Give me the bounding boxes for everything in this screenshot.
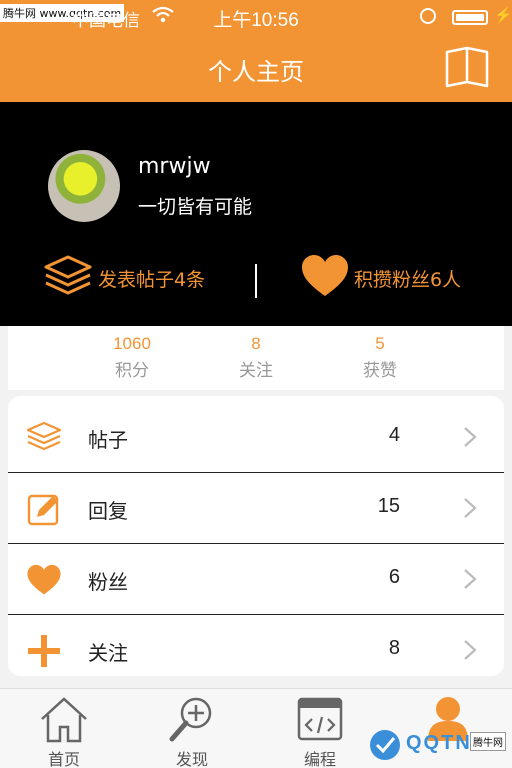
watermark-logo-text: QQTN xyxy=(406,732,472,754)
menu-item-replies[interactable]: 回复 15 xyxy=(8,473,504,543)
heart-icon xyxy=(26,562,62,598)
corner-watermark: 腾牛网 xyxy=(470,732,506,751)
layers-icon xyxy=(42,253,94,303)
menu-item-following[interactable]: 关注 8 xyxy=(8,615,504,676)
search-icon xyxy=(166,695,218,743)
page-title: 个人主页 xyxy=(208,58,304,86)
fans-summary-text: 积攒粉丝6人 xyxy=(354,268,462,291)
tab-home[interactable]: 首页 xyxy=(0,689,128,768)
plus-icon xyxy=(26,633,62,669)
chevron-right-icon xyxy=(462,568,478,590)
heart-icon xyxy=(300,254,350,302)
status-bar: 腾牛网 www.qqtn.com 中国电信 上午10:56 ⚡ xyxy=(0,0,512,34)
chevron-right-icon xyxy=(462,426,478,448)
menu-item-fans[interactable]: 粉丝 6 xyxy=(8,544,504,614)
metric-label: 获赞 xyxy=(363,361,397,381)
posts-summary[interactable]: 发表帖子4条 xyxy=(42,252,205,304)
menu-item-label: 帖子 xyxy=(88,428,128,452)
user-signature: 一切皆有可能 xyxy=(138,196,253,218)
metric-value: 1060 xyxy=(113,334,151,353)
metric-likes[interactable]: 5 获赞 xyxy=(320,334,440,381)
menu-item-label: 关注 xyxy=(88,641,128,665)
fans-summary[interactable]: 积攒粉丝6人 xyxy=(300,252,461,304)
tab-label: 首页 xyxy=(47,750,80,768)
menu-item-count: 15 xyxy=(377,495,400,517)
chevron-right-icon xyxy=(462,497,478,519)
tab-label: 发现 xyxy=(175,750,208,768)
code-icon xyxy=(294,695,346,743)
menu-item-label: 回复 xyxy=(88,499,128,523)
metric-points[interactable]: 1060 积分 xyxy=(72,334,192,381)
metric-label: 积分 xyxy=(115,361,149,381)
layers-icon xyxy=(26,420,62,456)
username: mrwjw xyxy=(138,154,211,179)
nav-bar: 个人主页 xyxy=(0,34,512,102)
metric-following[interactable]: 8 关注 xyxy=(196,334,316,381)
tab-coding[interactable]: 编程 xyxy=(256,689,384,768)
menu-item-count: 8 xyxy=(388,637,400,659)
metric-value: 8 xyxy=(251,334,261,353)
home-icon xyxy=(38,695,90,743)
menu-item-count: 6 xyxy=(388,566,400,588)
book-icon[interactable] xyxy=(444,46,490,90)
metrics-panel: 1060 积分 8 关注 5 获赞 xyxy=(8,326,504,390)
watermark-logo: QQTN xyxy=(368,726,476,764)
menu-item-posts[interactable]: 帖子 4 xyxy=(8,402,504,472)
tab-label: 编程 xyxy=(303,750,336,768)
tab-discover[interactable]: 发现 xyxy=(128,689,256,768)
menu-item-label: 粉丝 xyxy=(88,570,128,594)
metric-label: 关注 xyxy=(239,361,273,381)
divider xyxy=(255,264,257,298)
posts-summary-text: 发表帖子4条 xyxy=(98,268,206,291)
edit-icon xyxy=(26,491,62,527)
battery-icon xyxy=(452,10,488,25)
menu-list: 帖子 4 回复 15 粉丝 6 关注 8 xyxy=(8,396,504,676)
profile-header: mrwjw 一切皆有可能 发表帖子4条 积攒粉丝6人 xyxy=(0,102,512,326)
metric-value: 5 xyxy=(375,334,385,353)
chevron-right-icon xyxy=(462,639,478,661)
charging-icon: ⚡ xyxy=(494,7,512,24)
orientation-lock-icon xyxy=(420,8,436,24)
menu-item-count: 4 xyxy=(388,424,400,446)
avatar[interactable] xyxy=(48,150,120,222)
